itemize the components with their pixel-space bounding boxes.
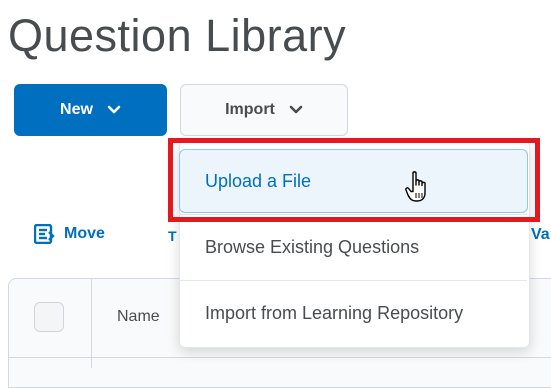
menu-item-label: Browse Existing Questions — [205, 236, 420, 257]
move-label: Move — [64, 225, 105, 242]
import-button-label: Import — [225, 101, 275, 118]
menu-divider — [180, 280, 527, 281]
name-column-label: Name — [117, 308, 160, 325]
name-column-header[interactable]: Name — [117, 308, 160, 326]
menu-item-browse-existing-questions[interactable]: Browse Existing Questions — [179, 216, 528, 278]
new-button[interactable]: New — [14, 84, 167, 136]
menu-item-import-from-learning-repository[interactable]: Import from Learning Repository — [179, 282, 528, 344]
page-title: Question Library — [8, 10, 347, 61]
partial-action-label: T — [168, 228, 177, 244]
row-divider — [8, 357, 551, 358]
select-all-checkbox[interactable] — [34, 302, 64, 332]
partial-action-va[interactable]: Va — [531, 226, 550, 244]
menu-item-label: Import from Learning Repository — [205, 302, 464, 323]
hand-pointer-cursor-icon — [405, 171, 426, 202]
callout-highlight-box — [168, 138, 540, 222]
move-button[interactable]: Move — [34, 224, 105, 244]
move-icon — [34, 224, 55, 244]
chevron-down-icon — [107, 105, 121, 114]
chevron-down-icon — [289, 105, 303, 114]
import-button[interactable]: Import — [180, 84, 348, 136]
new-button-label: New — [60, 101, 93, 118]
column-divider — [91, 278, 92, 368]
